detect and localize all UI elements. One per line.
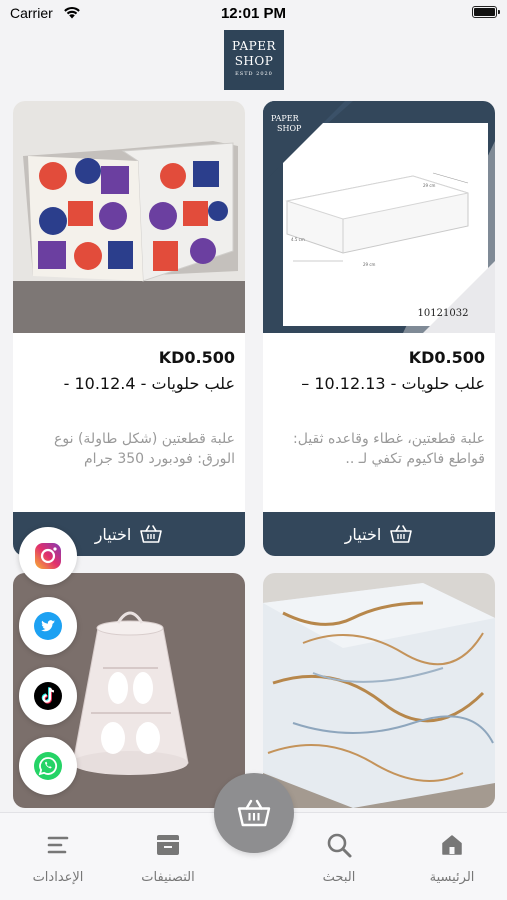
cart-button[interactable]	[214, 773, 294, 853]
tiktok-button[interactable]	[19, 667, 77, 725]
choose-label: اختيار	[94, 524, 132, 544]
product-card[interactable]: 29 cm 29 cm 4.5 cm PAPER SHOP 10121032 K…	[263, 101, 495, 556]
battery-icon	[472, 6, 500, 18]
search-icon	[327, 833, 352, 858]
svg-text:29 cm: 29 cm	[423, 183, 436, 188]
tab-categories-label: التصنيفات	[141, 870, 195, 885]
product-image	[13, 101, 245, 333]
product-price: KD0.500	[158, 348, 235, 367]
tab-categories[interactable]: التصنيفات	[118, 813, 218, 900]
svg-text:4.5 cm: 4.5 cm	[291, 237, 305, 242]
status-time: 12:01 PM	[220, 5, 287, 22]
tab-search-label: البحث	[322, 870, 356, 885]
tab-settings[interactable]: الإعدادات	[8, 813, 108, 900]
basket-icon	[390, 525, 413, 543]
product-image	[263, 573, 495, 808]
categories-icon	[157, 835, 179, 855]
basket-icon	[140, 525, 163, 543]
basket-icon	[237, 799, 271, 827]
logo-line-2: SHOP	[234, 54, 274, 68]
product-price: KD0.500	[408, 348, 485, 367]
svg-text:PAPER: PAPER	[271, 114, 300, 123]
instagram-icon	[35, 543, 61, 569]
app-screen: Carrier 12:01 PM PAPER SHOP ESTD 2020 29	[0, 0, 507, 900]
svg-text:29 cm: 29 cm	[363, 262, 376, 267]
twitter-button[interactable]	[19, 597, 77, 655]
whatsapp-button[interactable]	[19, 737, 77, 795]
tab-home-label: الرئيسية	[429, 870, 475, 885]
tab-home[interactable]: الرئيسية	[402, 813, 502, 900]
product-description: علبة قطعتين، غطاء وقاعده ثقيل: قواطع فاك…	[292, 431, 485, 467]
whatsapp-icon	[34, 752, 62, 780]
twitter-icon	[34, 612, 62, 640]
product-name: علب حلويات - 10.12.13 –	[301, 374, 485, 393]
product-card[interactable]: KD0.500 علب حلويات - 10.12.4 - علبة قطعت…	[13, 101, 245, 556]
logo-line-3: ESTD 2020	[235, 71, 273, 77]
svg-text:SHOP: SHOP	[277, 124, 302, 133]
instagram-button[interactable]	[19, 527, 77, 585]
home-icon	[442, 835, 462, 855]
product-description: علبة قطعتين (شكل طاولة) نوع الورق: فودبو…	[54, 431, 235, 467]
logo-line-1: PAPER	[231, 39, 276, 53]
choose-button[interactable]: اختيار	[263, 512, 495, 556]
menu-lines-icon	[47, 836, 69, 854]
tab-settings-label: الإعدادات	[32, 870, 84, 885]
paper-shop-logo: PAPER SHOP ESTD 2020	[224, 30, 284, 90]
tab-search[interactable]: البحث	[289, 813, 389, 900]
status-bar: Carrier 12:01 PM	[0, 0, 507, 28]
product-image: 29 cm 29 cm 4.5 cm PAPER SHOP 10121032	[263, 101, 495, 333]
tiktok-icon	[34, 682, 62, 710]
product-code-label: 10121032	[418, 308, 469, 319]
product-name: علب حلويات - 10.12.4 -	[63, 374, 235, 393]
choose-label: اختيار	[344, 524, 382, 544]
product-card[interactable]	[263, 573, 495, 808]
